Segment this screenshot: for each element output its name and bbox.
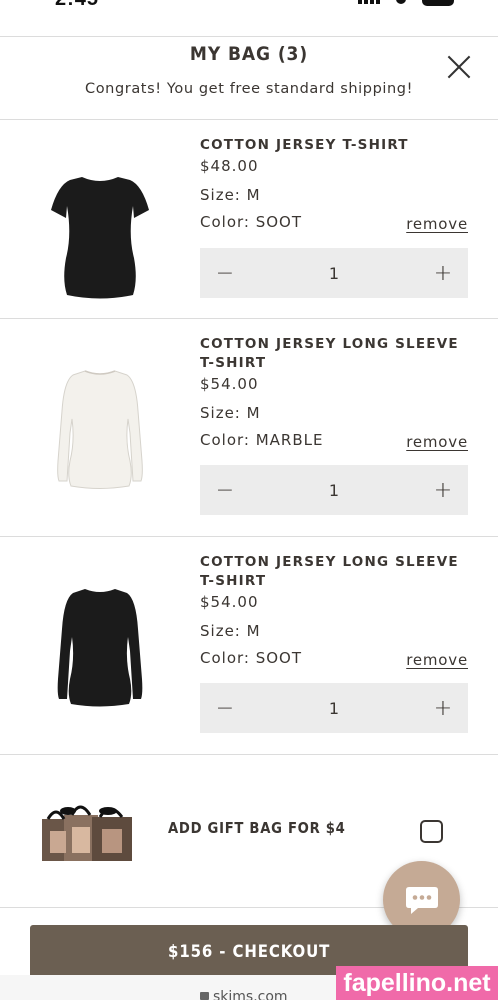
increase-quantity-button[interactable]: + [418, 465, 468, 515]
increase-quantity-button[interactable]: + [418, 248, 468, 298]
shipping-message: Congrats! You get free standard shipping… [84, 81, 414, 97]
long-sleeve-shirt-icon [57, 589, 143, 707]
item-details: COTTON JERSEY LONG SLEEVE T-SHIRT $54.00… [200, 553, 468, 753]
remove-link[interactable]: remove [406, 433, 468, 451]
product-color: Color: SOOT [200, 213, 303, 231]
long-sleeve-shirt-icon [57, 370, 143, 489]
decrease-quantity-button[interactable]: − [200, 248, 250, 298]
lock-icon [200, 992, 209, 1000]
product-name[interactable]: COTTON JERSEY T-SHIRT [200, 136, 468, 155]
battery-icon [422, 0, 454, 6]
product-color: Color: MARBLE [200, 431, 324, 449]
bag-header: MY BAG (3) Congrats! You get free standa… [0, 37, 498, 119]
chat-bubble-icon [405, 886, 438, 914]
decrease-quantity-button[interactable]: − [200, 683, 250, 733]
status-bar: 2:45 [0, 0, 498, 36]
url-text: skims.com [213, 989, 288, 1000]
remove-link[interactable]: remove [406, 651, 468, 669]
wifi-icon [396, 0, 406, 4]
tshirt-icon [51, 177, 149, 299]
product-name[interactable]: COTTON JERSEY LONG SLEEVE T-SHIRT [200, 553, 468, 591]
quantity-value: 1 [328, 263, 340, 283]
cell-signal-icon [358, 0, 380, 4]
product-image[interactable] [30, 351, 170, 511]
quantity-value: 1 [328, 480, 340, 500]
product-image[interactable] [30, 569, 170, 729]
increase-quantity-button[interactable]: + [418, 683, 468, 733]
product-price: $54.00 [200, 375, 259, 393]
status-time: 2:45 [55, 0, 99, 11]
gift-bag-icon [42, 805, 132, 861]
decrease-quantity-button[interactable]: − [200, 465, 250, 515]
cart-item: COTTON JERSEY LONG SLEEVE T-SHIRT $54.00… [0, 537, 498, 754]
checkout-label: $156 - CHECKOUT [167, 942, 331, 962]
gift-bag-checkbox[interactable] [420, 820, 443, 843]
url-bar[interactable]: skims.com [200, 989, 288, 1000]
remove-link[interactable]: remove [406, 215, 468, 233]
close-icon[interactable] [446, 54, 472, 80]
bag-title: MY BAG (3) [189, 43, 309, 65]
quantity-value: 1 [328, 698, 340, 718]
gift-bag-image [38, 797, 138, 867]
cart-item: COTTON JERSEY T-SHIRT $48.00 Size: M Col… [0, 120, 498, 318]
product-color: Color: SOOT [200, 649, 303, 667]
quantity-stepper: − 1 + [200, 465, 468, 515]
item-details: COTTON JERSEY T-SHIRT $48.00 Size: M Col… [200, 136, 468, 316]
product-name[interactable]: COTTON JERSEY LONG SLEEVE T-SHIRT [200, 335, 468, 373]
product-size: Size: M [200, 404, 261, 422]
quantity-stepper: − 1 + [200, 683, 468, 733]
product-size: Size: M [200, 186, 261, 204]
product-price: $54.00 [200, 593, 259, 611]
status-icons [358, 0, 454, 6]
item-details: COTTON JERSEY LONG SLEEVE T-SHIRT $54.00… [200, 335, 468, 535]
watermark: fapellino.net [336, 966, 498, 1000]
product-image[interactable] [30, 140, 170, 300]
gift-bag-label: ADD GIFT BAG FOR $4 [168, 819, 346, 837]
cart-item: COTTON JERSEY LONG SLEEVE T-SHIRT $54.00… [0, 319, 498, 536]
product-price: $48.00 [200, 157, 259, 175]
quantity-stepper: − 1 + [200, 248, 468, 298]
product-size: Size: M [200, 622, 261, 640]
